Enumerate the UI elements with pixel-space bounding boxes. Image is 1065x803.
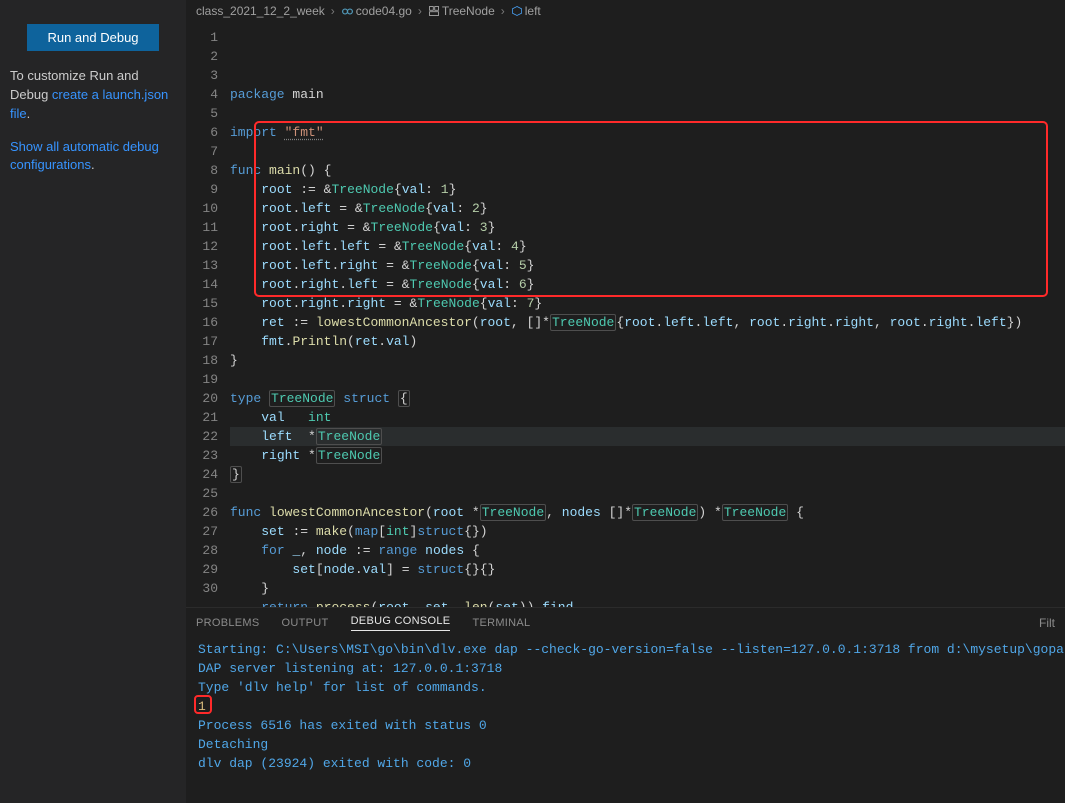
- line-number: 22: [186, 427, 218, 446]
- tab-output[interactable]: OUTPUT: [282, 617, 329, 629]
- code-line[interactable]: left *TreeNode: [230, 427, 1065, 446]
- line-number: 20: [186, 389, 218, 408]
- chevron-right-icon: ›: [501, 4, 505, 18]
- line-number: 19: [186, 370, 218, 389]
- line-number: 25: [186, 484, 218, 503]
- breadcrumb[interactable]: class_2021_12_2_week › code04.go › TreeN…: [186, 0, 1065, 22]
- tab-debug-console[interactable]: DEBUG CONSOLE: [351, 615, 451, 631]
- code-line[interactable]: }: [230, 465, 1065, 484]
- symbol-field-icon: [511, 5, 523, 17]
- line-number: 10: [186, 199, 218, 218]
- breadcrumb-item-field[interactable]: left: [511, 4, 541, 18]
- console-line: dlv dap (23924) exited with code: 0: [198, 754, 1053, 773]
- line-number: 2: [186, 47, 218, 66]
- line-number: 9: [186, 180, 218, 199]
- line-number: 12: [186, 237, 218, 256]
- console-line: DAP server listening at: 127.0.0.1:3718: [198, 659, 1053, 678]
- console-line: Starting: C:\Users\MSI\go\bin\dlv.exe da…: [198, 640, 1053, 659]
- code-line[interactable]: }: [230, 351, 1065, 370]
- code-line[interactable]: func main() {: [230, 161, 1065, 180]
- code-line[interactable]: for _, node := range nodes {: [230, 541, 1065, 560]
- code-line[interactable]: set[node.val] = struct{}{}: [230, 560, 1065, 579]
- panel-filter-input[interactable]: Filt: [1039, 616, 1055, 630]
- code-line[interactable]: root.right = &TreeNode{val: 3}: [230, 218, 1065, 237]
- line-number: 8: [186, 161, 218, 180]
- code-line[interactable]: [230, 142, 1065, 161]
- line-number: 29: [186, 560, 218, 579]
- bottom-panel: PROBLEMS OUTPUT DEBUG CONSOLE TERMINAL F…: [186, 607, 1065, 803]
- debug-sidebar: Run and Debug To customize Run and Debug…: [0, 0, 186, 803]
- console-line: Detaching: [198, 735, 1053, 754]
- code-area[interactable]: package main import "fmt" func main() { …: [230, 22, 1065, 607]
- code-line[interactable]: set := make(map[int]struct{}): [230, 522, 1065, 541]
- code-line[interactable]: root.right.left = &TreeNode{val: 6}: [230, 275, 1065, 294]
- code-line[interactable]: }: [230, 579, 1065, 598]
- code-line[interactable]: type TreeNode struct {: [230, 389, 1065, 408]
- line-number: 27: [186, 522, 218, 541]
- line-number: 16: [186, 313, 218, 332]
- line-number: 21: [186, 408, 218, 427]
- line-number-gutter: 1234567891011121314151617181920212223242…: [186, 22, 230, 607]
- line-number: 14: [186, 275, 218, 294]
- line-number: 30: [186, 579, 218, 598]
- code-line[interactable]: root.left.right = &TreeNode{val: 5}: [230, 256, 1065, 275]
- code-line[interactable]: ret := lowestCommonAncestor(root, []*Tre…: [230, 313, 1065, 332]
- line-number: 15: [186, 294, 218, 313]
- customize-text: To customize Run and Debug create a laun…: [10, 67, 176, 124]
- debug-console-output[interactable]: Starting: C:\Users\MSI\go\bin\dlv.exe da…: [186, 638, 1065, 803]
- code-line[interactable]: fmt.Println(ret.val): [230, 332, 1065, 351]
- code-line[interactable]: root.left.left = &TreeNode{val: 4}: [230, 237, 1065, 256]
- tab-terminal[interactable]: TERMINAL: [472, 617, 530, 629]
- code-line[interactable]: import "fmt": [230, 123, 1065, 142]
- line-number: 4: [186, 85, 218, 104]
- line-number: 26: [186, 503, 218, 522]
- run-and-debug-button[interactable]: Run and Debug: [27, 24, 159, 51]
- code-line[interactable]: return process(root, set, len(set)).find: [230, 598, 1065, 607]
- code-line[interactable]: root := &TreeNode{val: 1}: [230, 180, 1065, 199]
- line-number: 28: [186, 541, 218, 560]
- line-number: 6: [186, 123, 218, 142]
- code-line[interactable]: val int: [230, 408, 1065, 427]
- chevron-right-icon: ›: [331, 4, 335, 18]
- console-line: Type 'dlv help' for list of commands.: [198, 678, 1053, 697]
- code-line[interactable]: root.right.right = &TreeNode{val: 7}: [230, 294, 1065, 313]
- code-line[interactable]: package main: [230, 85, 1065, 104]
- editor[interactable]: 1234567891011121314151617181920212223242…: [186, 22, 1065, 607]
- show-automatic-configs-link[interactable]: Show all automatic debug configurations: [10, 139, 159, 173]
- symbol-struct-icon: [428, 5, 440, 17]
- code-line[interactable]: [230, 484, 1065, 503]
- go-file-icon: [341, 5, 354, 18]
- code-line[interactable]: func lowestCommonAncestor(root *TreeNode…: [230, 503, 1065, 522]
- line-number: 7: [186, 142, 218, 161]
- line-number: 13: [186, 256, 218, 275]
- console-line: Process 6516 has exited with status 0: [198, 716, 1053, 735]
- line-number: 1: [186, 28, 218, 47]
- line-number: 24: [186, 465, 218, 484]
- code-line[interactable]: right *TreeNode: [230, 446, 1065, 465]
- line-number: 11: [186, 218, 218, 237]
- chevron-right-icon: ›: [418, 4, 422, 18]
- line-number: 5: [186, 104, 218, 123]
- code-line[interactable]: [230, 370, 1065, 389]
- code-line[interactable]: [230, 104, 1065, 123]
- line-number: 23: [186, 446, 218, 465]
- breadcrumb-item-file[interactable]: code04.go: [341, 4, 412, 18]
- code-line[interactable]: root.left = &TreeNode{val: 2}: [230, 199, 1065, 218]
- tab-problems[interactable]: PROBLEMS: [196, 617, 260, 629]
- console-line: 1: [198, 697, 1053, 716]
- line-number: 18: [186, 351, 218, 370]
- link-suffix: .: [91, 157, 95, 172]
- breadcrumb-item-struct[interactable]: TreeNode: [428, 4, 495, 18]
- line-number: 3: [186, 66, 218, 85]
- line-number: 17: [186, 332, 218, 351]
- breadcrumb-item-folder[interactable]: class_2021_12_2_week: [196, 4, 325, 18]
